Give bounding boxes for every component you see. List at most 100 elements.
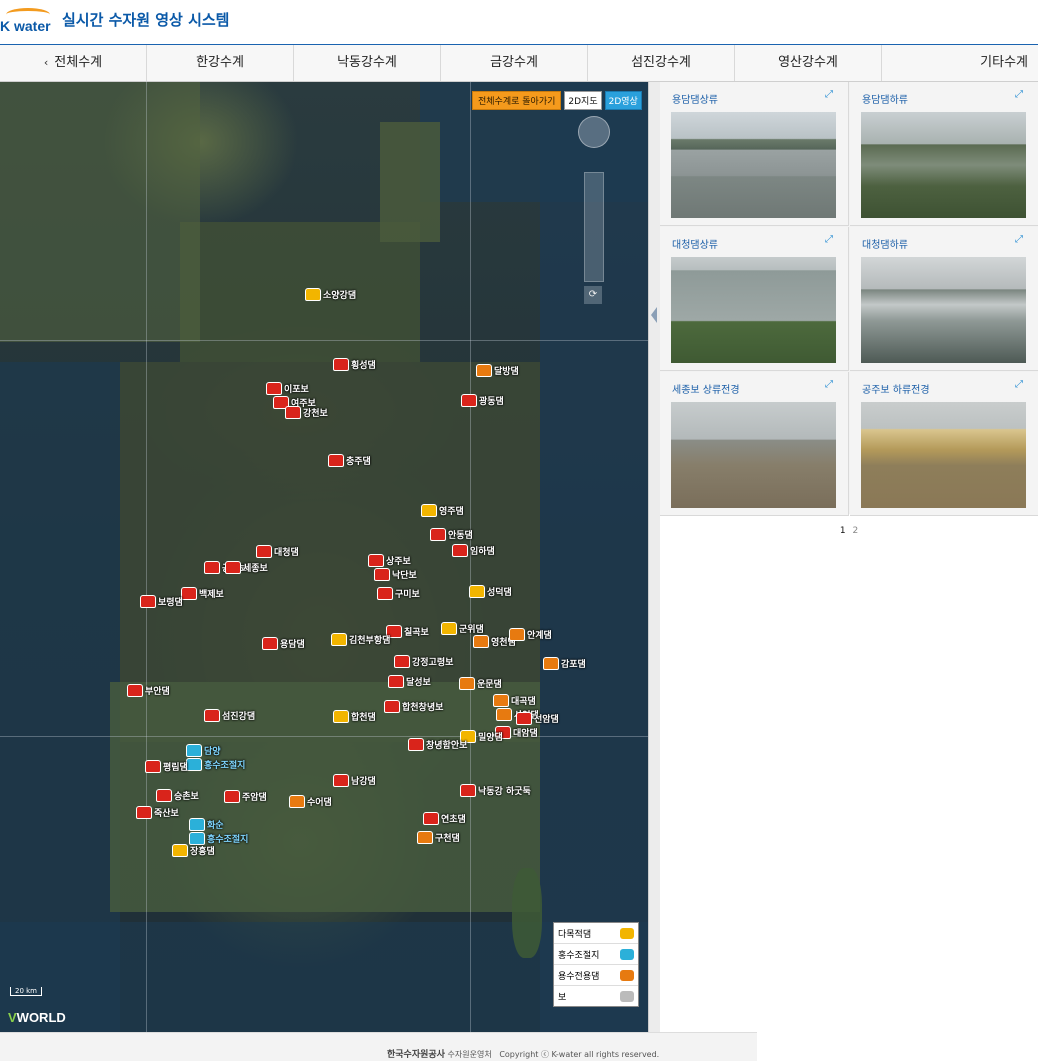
map-marker[interactable]: 소양강댐 bbox=[305, 288, 356, 301]
map-marker[interactable]: 구천댐 bbox=[417, 831, 460, 844]
compass-icon[interactable] bbox=[578, 116, 610, 148]
marker-label: 낙단보 bbox=[392, 571, 417, 581]
map-marker[interactable]: 강천보 bbox=[285, 406, 328, 419]
camera-tile[interactable]: 용담댐상류 ⤢ bbox=[660, 82, 849, 226]
camera-video-feed[interactable] bbox=[861, 402, 1026, 508]
nav-item-geum[interactable]: 금강수계 bbox=[441, 45, 588, 81]
map-marker[interactable]: 영주댐 bbox=[421, 504, 464, 517]
reset-view-icon[interactable]: ⟳ bbox=[584, 286, 602, 304]
expand-icon[interactable]: ⤢ bbox=[1015, 380, 1026, 391]
camera-title[interactable]: 대청댐상류 bbox=[672, 236, 718, 251]
map-marker[interactable]: 연초댐 bbox=[423, 812, 466, 825]
map-marker[interactable]: 승촌보 bbox=[156, 789, 199, 802]
marker-label: 부안댐 bbox=[145, 687, 170, 697]
expand-icon[interactable]: ⤢ bbox=[825, 235, 836, 246]
map-marker[interactable]: 충주댐 bbox=[328, 454, 371, 467]
expand-icon[interactable]: ⤢ bbox=[1015, 90, 1026, 101]
kwater-logo[interactable]: K water bbox=[0, 6, 52, 36]
map-marker[interactable]: 백제보 bbox=[181, 587, 224, 600]
map-marker[interactable]: 칠곡보 bbox=[386, 625, 429, 638]
page-2[interactable]: 2 bbox=[852, 526, 858, 536]
camera-video-feed[interactable] bbox=[671, 257, 836, 363]
marker-label: 칠곡보 bbox=[404, 628, 429, 638]
map-marker[interactable]: 감포댐 bbox=[543, 657, 586, 670]
map-marker[interactable]: 광동댐 bbox=[461, 394, 504, 407]
map-marker[interactable]: 안계댐 bbox=[509, 628, 552, 641]
marker-label: 담양 bbox=[204, 747, 221, 757]
nav-item-other[interactable]: 기타수계 bbox=[882, 45, 1038, 81]
camera-video-feed[interactable] bbox=[671, 112, 836, 218]
expand-icon[interactable]: ⤢ bbox=[825, 380, 836, 391]
map-marker[interactable]: 달방댐 bbox=[476, 364, 519, 377]
map-marker[interactable]: 운문댐 bbox=[459, 677, 502, 690]
map-marker[interactable]: 섬진강댐 bbox=[204, 709, 255, 722]
camera-video-feed[interactable] bbox=[861, 112, 1026, 218]
map-marker[interactable]: 성덕댐 bbox=[469, 585, 512, 598]
nav-item-nakdong[interactable]: 낙동강수계 bbox=[294, 45, 441, 81]
expand-icon[interactable]: ⤢ bbox=[825, 90, 836, 101]
map-marker[interactable]: 달성보 bbox=[388, 675, 431, 688]
map-marker[interactable]: 주암댐 bbox=[224, 790, 267, 803]
marker-label: 남강댐 bbox=[351, 777, 376, 787]
map-marker[interactable]: 장흥댐 bbox=[172, 844, 215, 857]
map-marker[interactable]: 대청댐 bbox=[256, 545, 299, 558]
map-marker[interactable]: 합천댐 bbox=[333, 710, 376, 723]
map-marker[interactable]: 낙단보 bbox=[374, 568, 417, 581]
map-marker[interactable]: 군위댐 bbox=[441, 622, 484, 635]
map-marker[interactable]: 선암댐 bbox=[516, 712, 559, 725]
camera-title[interactable]: 대청댐하류 bbox=[862, 236, 908, 251]
map-marker[interactable]: 대곡댐 bbox=[493, 694, 536, 707]
map-marker[interactable]: 홍수조절지 bbox=[186, 758, 245, 771]
page-1[interactable]: 1 bbox=[840, 526, 846, 536]
grid-line bbox=[470, 82, 471, 1032]
water-marker-icon bbox=[289, 795, 305, 808]
back-to-all-button[interactable]: 전체수계로 돌아가기 bbox=[472, 91, 562, 110]
camera-title[interactable]: 공주보 하류전경 bbox=[862, 381, 930, 396]
expand-icon[interactable]: ⤢ bbox=[1015, 235, 1026, 246]
map-marker[interactable]: 강정고령보 bbox=[394, 655, 453, 668]
map-marker[interactable]: 횡성댐 bbox=[333, 358, 376, 371]
map-marker[interactable]: 김천부항댐 bbox=[331, 633, 390, 646]
nav-item-seomjin[interactable]: 섬진강수계 bbox=[588, 45, 735, 81]
camera-title[interactable]: 세종보 상류전경 bbox=[672, 381, 740, 396]
camera-video-feed[interactable] bbox=[861, 257, 1026, 363]
zoom-slider[interactable] bbox=[584, 172, 604, 282]
map-marker[interactable]: 임하댐 bbox=[452, 544, 495, 557]
map-marker[interactable]: 보령댐 bbox=[140, 595, 183, 608]
camera-video-feed[interactable] bbox=[671, 402, 836, 508]
map-marker[interactable]: 수어댐 bbox=[289, 795, 332, 808]
camera-tile[interactable]: 공주보 하류전경 ⤢ bbox=[850, 372, 1038, 516]
map-marker[interactable]: 낙동강 하굿둑 bbox=[460, 784, 531, 797]
camera-title[interactable]: 용담댐상류 bbox=[672, 91, 718, 106]
camera-tile[interactable]: 대청댐하류 ⤢ bbox=[850, 227, 1038, 371]
nav-item-all[interactable]: ‹ 전체수계 bbox=[0, 45, 147, 81]
map-marker[interactable]: 평림댐 bbox=[145, 760, 188, 773]
camera-tile[interactable]: 세종보 상류전경 ⤢ bbox=[660, 372, 849, 516]
map-marker[interactable]: 담양 bbox=[186, 744, 221, 757]
video-2d-button[interactable]: 2D영상 bbox=[604, 91, 642, 110]
marker-label: 승촌보 bbox=[174, 792, 199, 802]
map-marker[interactable]: 화순 bbox=[189, 818, 224, 831]
map-marker[interactable]: 세종보 bbox=[225, 561, 268, 574]
camera-tile[interactable]: 대청댐상류 ⤢ bbox=[660, 227, 849, 371]
map-marker[interactable]: 안동댐 bbox=[430, 528, 473, 541]
map-2d-button[interactable]: 2D지도 bbox=[564, 91, 602, 110]
marker-label: 백제보 bbox=[199, 590, 224, 600]
camera-title[interactable]: 용담댐하류 bbox=[862, 91, 908, 106]
map-marker[interactable]: 남강댐 bbox=[333, 774, 376, 787]
map-marker[interactable]: 용담댐 bbox=[262, 637, 305, 650]
marker-label: 충주댐 bbox=[346, 457, 371, 467]
nav-item-yeongsan[interactable]: 영산강수계 bbox=[735, 45, 882, 81]
collapse-arrow-icon[interactable] bbox=[651, 307, 657, 323]
map-marker[interactable]: 창녕함안보 bbox=[408, 738, 467, 751]
marker-label: 보령댐 bbox=[158, 598, 183, 608]
nav-item-han[interactable]: 한강수계 bbox=[147, 45, 294, 81]
camera-tile[interactable]: 용담댐하류 ⤢ bbox=[850, 82, 1038, 226]
map-marker[interactable]: 구미보 bbox=[377, 587, 420, 600]
map-marker[interactable]: 이포보 bbox=[266, 382, 309, 395]
map-marker[interactable]: 상주보 bbox=[368, 554, 411, 567]
map-marker[interactable]: 죽산보 bbox=[136, 806, 179, 819]
map-marker[interactable]: 합천창녕보 bbox=[384, 700, 443, 713]
satellite-map[interactable]: 전체수계로 돌아가기 2D지도 2D영상 ⟳ 소양강댐 횡성댐 달방댐 이포보 여주보 강… bbox=[0, 82, 648, 1032]
map-marker[interactable]: 부안댐 bbox=[127, 684, 170, 697]
